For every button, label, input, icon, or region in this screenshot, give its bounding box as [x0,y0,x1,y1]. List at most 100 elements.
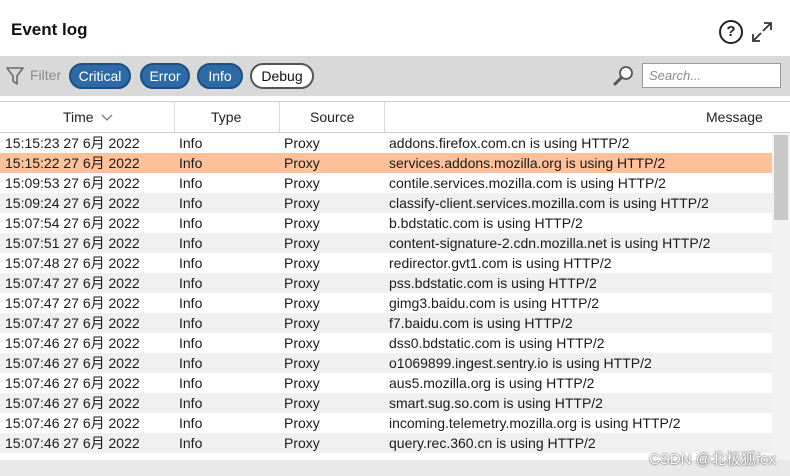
cell-source: Proxy [284,295,320,311]
cell-time: 15:07:46 27 6月 2022 [5,355,140,371]
cell-time: 15:07:48 27 6月 2022 [5,255,140,271]
column-divider[interactable] [384,102,385,133]
cell-message: pss.bdstatic.com is using HTTP/2 [389,275,597,291]
cell-source: Proxy [284,355,320,371]
cell-source: Proxy [284,335,320,351]
column-header-time[interactable]: Time [63,102,113,133]
table-row[interactable]: 15:15:23 27 6月 2022 Info Proxy addons.firef… [0,133,772,153]
table-row[interactable]: 15:09:24 27 6月 2022 Info Proxy classify-cli… [0,193,772,213]
cell-type: Info [179,295,203,311]
cell-time: 15:07:46 27 6月 2022 [5,335,140,351]
watermark-text: CSDN @北极狐fox [649,451,776,468]
cell-type: Info [179,275,203,291]
search-input[interactable] [642,63,781,88]
table-row[interactable]: 15:07:46 27 6月 2022 Info Proxy incoming.tel… [0,413,772,433]
cell-source: Proxy [284,315,320,331]
cell-type: Info [179,135,203,151]
table-row[interactable]: 15:07:46 27 6月 2022 Info Proxy aus5.mozilla… [0,373,772,393]
filter-label: Filter [30,67,62,83]
sort-descending-icon [102,114,113,122]
cell-source: Proxy [284,415,320,431]
cell-type: Info [179,255,203,271]
cell-time: 15:15:23 27 6月 2022 [5,135,140,151]
cell-type: Info [179,435,203,451]
cell-source: Proxy [284,135,320,151]
table-row[interactable]: 15:07:46 27 6月 2022 Info Proxy dss0.bdstati… [0,333,772,353]
filter-chip-info[interactable]: Info [197,63,243,89]
table-row[interactable]: 15:07:48 27 6月 2022 Info Proxy redirector.g… [0,253,772,273]
table-row[interactable]: 15:09:53 27 6月 2022 Info Proxy contile.serv… [0,173,772,193]
table-header: Time Type Source Message [0,101,790,133]
cell-source: Proxy [284,155,320,171]
cell-source: Proxy [284,235,320,251]
cell-type: Info [179,395,203,411]
cell-source: Proxy [284,215,320,231]
cell-time: 15:07:51 27 6月 2022 [5,235,140,251]
cell-type: Info [179,195,203,211]
cell-message: gimg3.baidu.com is using HTTP/2 [389,295,600,311]
cell-message: addons.firefox.com.cn is using HTTP/2 [389,135,630,151]
cell-message: redirector.gvt1.com is using HTTP/2 [389,255,612,271]
filter-chip-debug[interactable]: Debug [250,63,314,89]
cell-message: content-signature-2.cdn.mozilla.net is u… [389,235,711,251]
column-header-message[interactable]: Message [706,102,763,133]
expand-icon[interactable] [750,20,774,44]
column-divider[interactable] [174,102,175,133]
table-row[interactable]: 15:07:47 27 6月 2022 Info Proxy pss.bdstatic… [0,273,772,293]
column-label-time: Time [63,109,94,125]
cell-type: Info [179,175,203,191]
cell-message: contile.services.mozilla.com is using HT… [389,175,666,191]
cell-message: dss0.bdstatic.com is using HTTP/2 [389,335,605,351]
column-divider[interactable] [279,102,280,133]
cell-time: 15:09:24 27 6月 2022 [5,195,140,211]
cell-type: Info [179,155,203,171]
cell-type: Info [179,235,203,251]
cell-message: smart.sug.so.com is using HTTP/2 [389,395,603,411]
panel-header: Event log ? [0,0,790,56]
event-table: Time Type Source Message 15:15:23 27 6月 … [0,101,790,460]
cell-time: 15:15:22 27 6月 2022 [5,155,140,171]
column-header-type[interactable]: Type [211,102,241,133]
cell-time: 15:07:47 27 6月 2022 [5,315,140,331]
cell-time: 15:07:54 27 6月 2022 [5,215,140,231]
cell-type: Info [179,355,203,371]
cell-source: Proxy [284,175,320,191]
cell-time: 15:07:46 27 6月 2022 [5,395,140,411]
table-row[interactable]: 15:07:54 27 6月 2022 Info Proxy b.bdstatic.c… [0,213,772,233]
cell-message: services.addons.mozilla.org is using HTT… [389,155,666,171]
table-row[interactable]: 15:07:47 27 6月 2022 Info Proxy f7.baidu.com… [0,313,772,333]
cell-type: Info [179,315,203,331]
cell-source: Proxy [284,275,320,291]
cell-type: Info [179,375,203,391]
table-row[interactable]: 15:07:46 27 6月 2022 Info Proxy o1069899.ing… [0,353,772,373]
filter-icon[interactable] [6,66,24,86]
cell-message: b.bdstatic.com is using HTTP/2 [389,215,583,231]
cell-source: Proxy [284,255,320,271]
filter-chip-critical[interactable]: Critical [69,63,131,89]
filter-chip-error[interactable]: Error [140,63,190,89]
cell-message: incoming.telemetry.mozilla.org is using … [389,415,681,431]
cell-message: aus5.mozilla.org is using HTTP/2 [389,375,595,391]
cell-source: Proxy [284,375,320,391]
cell-time: 15:07:46 27 6月 2022 [5,415,140,431]
cell-time: 15:07:47 27 6月 2022 [5,275,140,291]
table-row[interactable]: 15:15:22 27 6月 2022 Info Proxy services.add… [0,153,772,173]
cell-time: 15:09:53 27 6月 2022 [5,175,140,191]
cell-type: Info [179,335,203,351]
cell-message: f7.baidu.com is using HTTP/2 [389,315,573,331]
table-row[interactable]: 15:07:51 27 6月 2022 Info Proxy content-sign… [0,233,772,253]
column-header-source[interactable]: Source [310,102,354,133]
table-row[interactable]: 15:07:47 27 6月 2022 Info Proxy gimg3.baidu.… [0,293,772,313]
cell-source: Proxy [284,435,320,451]
cell-type: Info [179,215,203,231]
cell-message: classify-client.services.mozilla.com is … [389,195,709,211]
cell-source: Proxy [284,395,320,411]
cell-time: 15:07:46 27 6月 2022 [5,435,140,451]
cell-message: o1069899.ingest.sentry.io is using HTTP/… [389,355,652,371]
scrollbar-thumb[interactable] [774,135,788,220]
search-icon[interactable] [613,65,635,87]
table-row[interactable]: 15:07:46 27 6月 2022 Info Proxy smart.sug.so… [0,393,772,413]
vertical-scrollbar[interactable] [772,133,790,460]
cell-time: 15:07:46 27 6月 2022 [5,375,140,391]
help-icon[interactable]: ? [719,20,743,44]
